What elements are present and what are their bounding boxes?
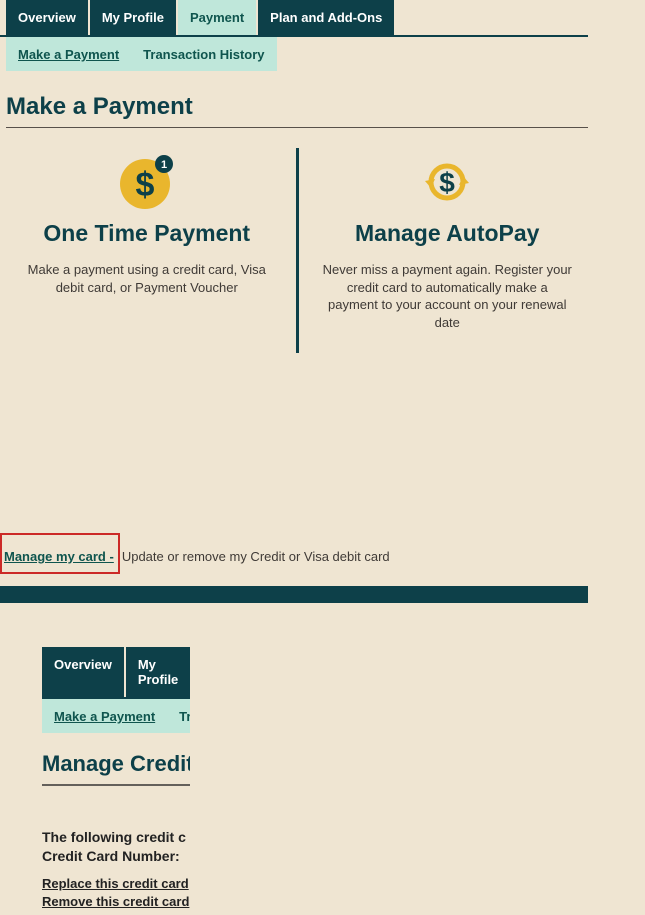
svg-text:$: $ xyxy=(135,166,154,204)
manage-my-card-link[interactable]: Manage my card - xyxy=(4,549,114,564)
card-divider xyxy=(296,148,299,353)
tab-plan-addons[interactable]: Plan and Add-Ons xyxy=(258,0,394,35)
autopay-title: Manage AutoPay xyxy=(321,220,575,247)
manage-card-tail: Update or remove my Credit or Visa debit… xyxy=(122,549,390,564)
manage-card-line: Manage my card - Update or remove my Cre… xyxy=(0,533,588,574)
sub-tabs: Make a Payment Transaction History xyxy=(6,37,588,71)
one-time-payment-desc: Make a payment using a credit card, Visa… xyxy=(20,261,274,296)
bottom-title-divider xyxy=(42,784,190,786)
credit-info-line2: Credit Card Number: xyxy=(42,847,190,866)
svg-text:1: 1 xyxy=(161,159,167,171)
subtab-transaction-history[interactable]: Transaction History xyxy=(131,37,276,71)
subtab-make-payment[interactable]: Make a Payment xyxy=(6,37,131,71)
section-separator-bar xyxy=(0,586,588,603)
payment-options: $ 1 One Time Payment Make a payment usin… xyxy=(6,148,588,353)
tab-payment[interactable]: Payment xyxy=(178,0,256,35)
manage-credit-title: Manage Credit xyxy=(42,751,190,777)
replace-card-link[interactable]: Replace this credit card xyxy=(42,876,190,891)
bottom-tab-my-profile[interactable]: My Profile xyxy=(126,647,190,697)
one-time-payment-card[interactable]: $ 1 One Time Payment Make a payment usin… xyxy=(6,148,288,353)
credit-card-info: The following credit c Credit Card Numbe… xyxy=(42,828,190,866)
title-divider xyxy=(6,127,588,128)
autopay-refresh-icon: $ xyxy=(321,152,575,212)
bottom-tab-overview[interactable]: Overview xyxy=(42,647,124,697)
bottom-subtab-make-payment[interactable]: Make a Payment xyxy=(42,699,167,733)
bottom-subtab-history-cut[interactable]: Trans xyxy=(167,699,190,733)
remove-card-link[interactable]: Remove this credit card xyxy=(42,894,190,909)
tab-my-profile[interactable]: My Profile xyxy=(90,0,176,35)
autopay-desc: Never miss a payment again. Register you… xyxy=(321,261,575,331)
svg-text:$: $ xyxy=(439,167,455,198)
one-time-payment-title: One Time Payment xyxy=(20,220,274,247)
tab-overview[interactable]: Overview xyxy=(6,0,88,35)
bottom-cropped-panel: Overview My Profile Make a Payment Trans… xyxy=(42,647,190,912)
bottom-tabs: Overview My Profile xyxy=(42,647,190,699)
manage-card-highlight: Manage my card - xyxy=(0,533,120,574)
page-title: Make a Payment xyxy=(6,93,588,121)
bottom-subtabs: Make a Payment Trans xyxy=(42,699,190,733)
credit-info-line1: The following credit c xyxy=(42,828,190,847)
card-action-links: Replace this credit card Remove this cre… xyxy=(42,876,190,909)
dollar-coin-icon: $ 1 xyxy=(20,152,274,212)
autopay-card[interactable]: $ Manage AutoPay Never miss a payment ag… xyxy=(307,148,589,353)
main-tabs: Overview My Profile Payment Plan and Add… xyxy=(0,0,588,37)
